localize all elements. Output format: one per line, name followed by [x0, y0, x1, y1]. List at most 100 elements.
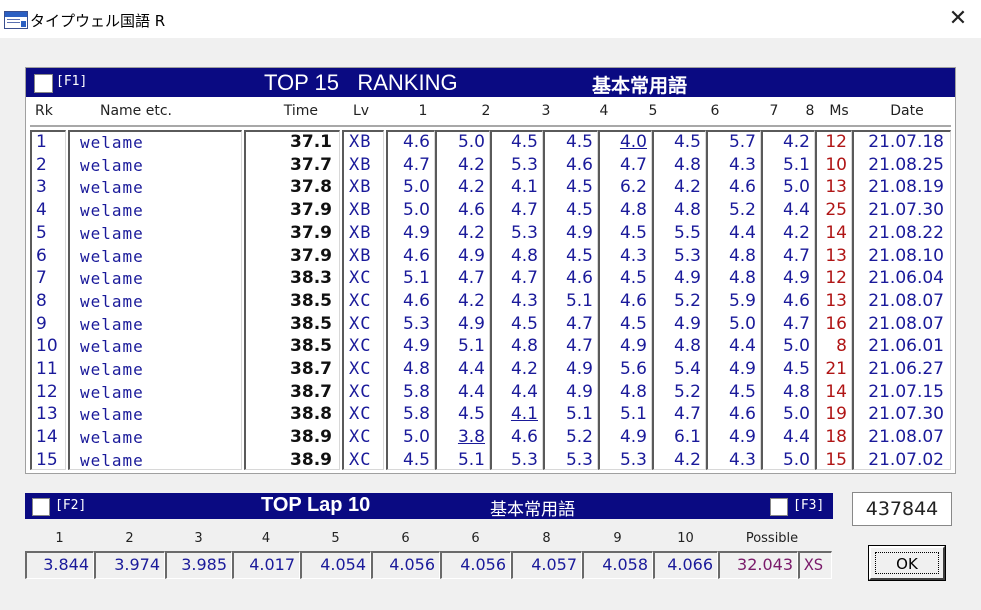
- possible-label: Possible: [745, 531, 799, 546]
- col-header[interactable]: Date: [861, 100, 953, 123]
- lap-cell: 4.8: [619, 381, 647, 402]
- lap-cell: 4.2: [673, 177, 701, 198]
- date-cell: 21.07.15: [868, 381, 944, 402]
- col-header[interactable]: Lv: [344, 100, 378, 123]
- name-cell: welame: [80, 337, 144, 357]
- lap-cell: 4.9: [457, 313, 485, 334]
- lap-title: TOP Lap 10: [261, 494, 371, 516]
- lap-cell: 5.2: [728, 200, 756, 221]
- lap-cell: 4.2: [782, 222, 810, 243]
- rk-cell: 7: [36, 268, 47, 289]
- time-cell: 38.7: [290, 381, 332, 402]
- lap-cell: 4.6: [619, 290, 647, 311]
- column-time: 37.1 37.7 37.8 37.9 37.9 37.9 38.3 38.5 38.5 38.5…: [244, 130, 340, 470]
- lap-cell: 4.7: [673, 404, 701, 425]
- f2-checkbox[interactable]: [32, 498, 50, 516]
- ms-cell: 14: [825, 381, 847, 402]
- lap-cell: 4.4: [457, 381, 485, 402]
- lap-cell: 4.1: [510, 177, 538, 198]
- rk-cell: 8: [36, 290, 47, 311]
- lap-cell: 4.9: [565, 359, 593, 379]
- lv-cell: XB: [349, 200, 372, 221]
- lap-cell: 4.5: [619, 268, 647, 289]
- ms-cell: 16: [825, 313, 847, 334]
- lap-value: 4.054: [300, 551, 371, 579]
- col-header[interactable]: 3: [518, 100, 574, 123]
- app-icon: [4, 11, 28, 29]
- date-cell: 21.08.25: [868, 154, 944, 175]
- date-cell: 21.07.30: [868, 404, 944, 425]
- lap-cell: 5.9: [728, 290, 756, 311]
- column-date: 21.07.18 21.08.25 21.08.19 21.07.30 21.08.22…: [852, 130, 951, 470]
- col-header[interactable]: 5: [622, 100, 684, 123]
- lap-cell: 4.4: [728, 336, 756, 357]
- lv-cell: XC: [349, 336, 372, 357]
- lap-cell: 4.4: [728, 222, 756, 243]
- lap-value: 4.057: [511, 551, 582, 579]
- name-cell: welame: [80, 155, 144, 175]
- time-cell: 37.7: [290, 154, 332, 175]
- lap-cell: 4.8: [782, 381, 810, 402]
- lap-cell: 5.8: [402, 381, 430, 402]
- column-lv: XB XB XB XB XB XB XC XC XC XC XC XC XC XC XC: [342, 130, 384, 470]
- ok-button[interactable]: OK: [868, 545, 946, 581]
- ms-cell: 21: [825, 359, 847, 379]
- ms-cell: 14: [825, 222, 847, 243]
- lap-rank-label: 9: [613, 531, 622, 546]
- col-header[interactable]: Rk: [35, 100, 75, 123]
- name-cell: welame: [80, 269, 144, 289]
- f3-checkbox[interactable]: [770, 498, 788, 516]
- close-button[interactable]: ✕: [940, 4, 976, 34]
- lv-cell: XC: [349, 268, 372, 289]
- col-header[interactable]: 1: [394, 100, 452, 123]
- lap-cell: 4.7: [565, 336, 593, 357]
- lap-cell: 5.0: [782, 404, 810, 425]
- lap-cell: 5.0: [782, 336, 810, 357]
- column-l6: 5.7 4.3 4.6 5.2 4.4 4.8 4.8 5.9 5.0 4.4 4.9 4.5 4.6 4…: [706, 130, 761, 470]
- rk-cell: 15: [36, 449, 58, 470]
- column-rk: 1 2 3 4 5 6 7 8 9 10 11 12 13 14 15: [30, 130, 66, 470]
- lap-cell: 4.5: [565, 200, 593, 221]
- col-header[interactable]: Time: [248, 100, 318, 123]
- col-header[interactable]: 2: [457, 100, 515, 123]
- col-header[interactable]: 6: [687, 100, 743, 123]
- lap-cell: 4.8: [510, 336, 538, 357]
- col-header[interactable]: Name etc.: [76, 100, 196, 123]
- lap-cell: 5.1: [565, 290, 593, 311]
- time-cell: 38.9: [290, 427, 332, 448]
- lap-cell: 4.9: [728, 427, 756, 448]
- lap-cell: 5.3: [565, 449, 593, 470]
- lap-cell: 4.6: [728, 404, 756, 425]
- column-l3: 4.5 4.6 4.5 4.5 4.9 4.5 4.6 5.1 4.7 4.7 4.9 4.9 5.1 5…: [543, 130, 598, 470]
- lv-cell: XC: [349, 290, 372, 311]
- date-cell: 21.06.04: [868, 268, 944, 289]
- total-counter: 437844: [852, 492, 952, 526]
- window-title: タイプウェル国語 R: [30, 12, 166, 30]
- lap-cell: 4.3: [619, 245, 647, 266]
- time-cell: 37.1: [290, 132, 332, 152]
- ms-cell: 19: [825, 404, 847, 425]
- lap-value: 4.066: [653, 551, 718, 579]
- header-divider: [30, 125, 951, 127]
- rk-cell: 9: [36, 313, 47, 334]
- lap-cell: 5.0: [457, 132, 485, 152]
- column-name: welame welame welame welame welame welame wela…: [68, 130, 242, 470]
- column-l2: 4.5 5.3 4.1 4.7 5.3 4.8 4.7 4.3 4.5 4.8 4.2 4.4 4.1 4…: [490, 130, 543, 470]
- date-cell: 21.08.22: [868, 222, 944, 243]
- lap-cell: 4.9: [728, 359, 756, 379]
- lap-cell: 4.5: [457, 404, 485, 425]
- ms-cell: 8: [836, 336, 847, 357]
- lap-rank-label: 2: [125, 531, 134, 546]
- col-header[interactable]: Ms: [820, 100, 858, 123]
- lap-cell: 5.1: [457, 449, 485, 470]
- lap-cell: 5.2: [673, 290, 701, 311]
- f1-checkbox[interactable]: [34, 74, 53, 93]
- lv-cell: XC: [349, 404, 372, 425]
- lap-cell: 5.0: [782, 177, 810, 198]
- lap-cell: 4.9: [673, 268, 701, 289]
- lap-rank-label: 5: [331, 531, 340, 546]
- lap-cell: 4.5: [565, 245, 593, 266]
- lap-header: [F2] TOP Lap 10 基本常用語 [F3]: [25, 493, 833, 520]
- lap-cell: 4.0: [619, 132, 647, 152]
- lv-cell: XC: [349, 359, 372, 379]
